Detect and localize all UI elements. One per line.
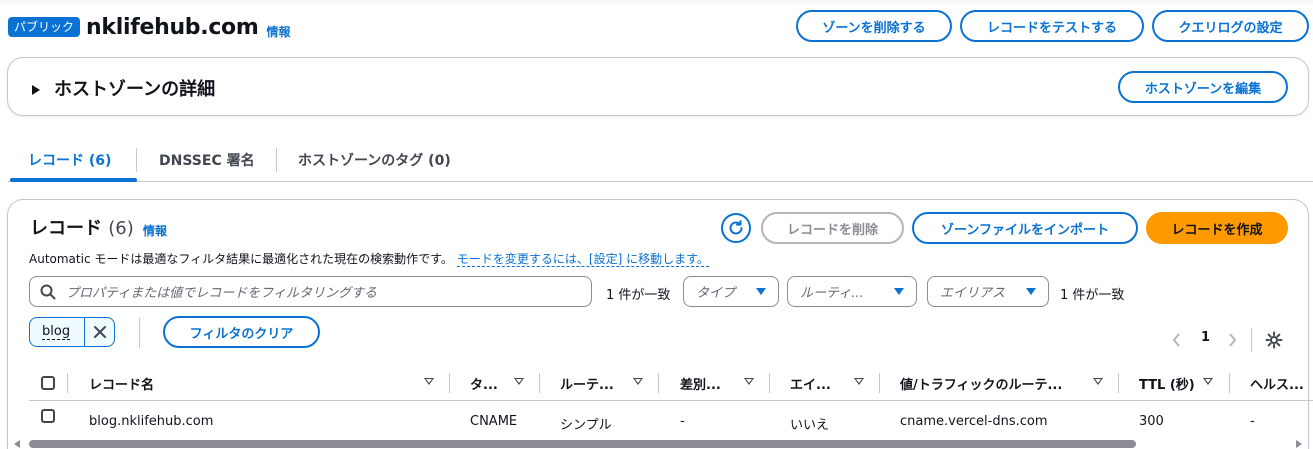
search-placeholder: プロパティまたは値でレコードをフィルタリングする — [66, 286, 377, 301]
caret-down-icon — [1026, 288, 1036, 295]
page-header: パブリック nklifehub.com 情報 — [8, 13, 291, 41]
close-icon — [93, 326, 106, 338]
cell-ttl: 300 — [1139, 414, 1164, 429]
column-divider — [769, 373, 770, 393]
create-record-button[interactable]: レコードを作成 — [1146, 212, 1288, 244]
column-header-record-name[interactable]: レコード名 — [89, 374, 154, 393]
select-all-checkbox[interactable] — [41, 376, 55, 390]
chevron-right-icon[interactable] — [1226, 332, 1238, 348]
column-header-type[interactable]: タ... — [470, 374, 498, 393]
scroll-left-arrow[interactable] — [14, 440, 20, 448]
cell-record-name: blog.nklifehub.com — [89, 414, 214, 429]
sort-icon[interactable] — [1203, 378, 1213, 385]
scroll-right-arrow[interactable] — [1296, 440, 1302, 448]
active-tab-indicator — [10, 178, 137, 182]
details-toggle[interactable]: ホストゾーンの詳細 — [32, 75, 215, 101]
caret-right-icon — [32, 85, 40, 95]
automatic-mode-text: Automatic モードは最適なフィルタ結果に最適化された現在の検索動作です。… — [29, 250, 709, 267]
cell-routing: シンプル — [560, 418, 612, 433]
tab-bar: レコード (6) DNSSEC 署名 ホストゾーンのタグ (0) — [8, 140, 1313, 182]
filter-token-label[interactable]: blog — [42, 324, 71, 340]
cell-value: cname.vercel-dns.com — [900, 414, 1048, 429]
test-record-button[interactable]: レコードをテストする — [960, 10, 1144, 42]
alias-filter-select[interactable]: エイリアス — [927, 276, 1049, 307]
edit-hosted-zone-button[interactable]: ホストゾーンを編集 — [1118, 71, 1288, 103]
cell-differentiator: - — [680, 414, 685, 429]
gear-icon[interactable] — [1265, 331, 1283, 349]
records-count: (6) — [108, 218, 134, 239]
column-divider — [449, 373, 450, 393]
hosted-zone-details-panel: ホストゾーンの詳細 ホストゾーンを編集 — [7, 57, 1309, 116]
sort-icon[interactable] — [744, 378, 754, 385]
tab-divider — [276, 148, 277, 172]
tab-tags[interactable]: ホストゾーンのタグ (0) — [298, 140, 451, 180]
column-header-ttl[interactable]: TTL (秒) — [1139, 374, 1195, 393]
tab-dnssec[interactable]: DNSSEC 署名 — [159, 140, 255, 180]
chevron-left-icon[interactable] — [1171, 332, 1183, 348]
refresh-icon — [729, 220, 743, 235]
column-divider — [879, 373, 880, 393]
import-zone-file-button[interactable]: ゾーンファイルをインポート — [912, 212, 1138, 244]
token-divider — [139, 318, 140, 348]
cell-health: - — [1250, 414, 1255, 429]
table-header: レコード名 タ... ルーテ... 差別... エイ... 値/トラフィックのル… — [29, 366, 1313, 401]
sort-icon[interactable] — [633, 378, 643, 385]
remove-token-button[interactable] — [84, 318, 114, 346]
records-info-link[interactable]: 情報 — [143, 222, 167, 239]
column-divider — [658, 373, 659, 393]
sort-icon[interactable] — [854, 378, 864, 385]
sort-icon[interactable] — [514, 378, 524, 385]
records-title-text: レコード — [30, 218, 102, 239]
clear-filters-button[interactable]: フィルタのクリア — [163, 316, 320, 348]
type-filter-select[interactable]: タイプ — [683, 276, 779, 307]
column-header-value[interactable]: 値/トラフィックのルーテ... — [900, 374, 1062, 393]
top-shadow — [0, 0, 1313, 6]
horizontal-scrollbar[interactable] — [29, 440, 1136, 448]
settings-link[interactable]: モードを変更するには、[設定] に移動します。 — [456, 252, 709, 267]
column-header-routing[interactable]: ルーテ... — [560, 374, 614, 393]
row-checkbox[interactable] — [41, 409, 55, 423]
filter-token: blog — [29, 317, 115, 347]
delete-record-button[interactable]: レコードを削除 — [761, 212, 904, 244]
caret-down-icon — [894, 288, 904, 295]
page-title: nklifehub.com — [86, 14, 259, 40]
routing-filter-select[interactable]: ルーティ... — [787, 276, 917, 307]
details-title: ホストゾーンの詳細 — [54, 79, 216, 100]
header-info-link[interactable]: 情報 — [267, 23, 291, 40]
column-header-alias[interactable]: エイ... — [790, 374, 831, 393]
column-header-differentiator[interactable]: 差別... — [680, 374, 721, 393]
tab-divider — [136, 148, 137, 172]
query-log-button[interactable]: クエリログの設定 — [1152, 10, 1309, 42]
automatic-mode-description: Automatic モードは最適なフィルタ結果に最適化された現在の検索動作です。 — [29, 252, 453, 266]
search-input[interactable]: プロパティまたは値でレコードをフィルタリングする — [29, 276, 592, 307]
column-header-health[interactable]: ヘルス... — [1250, 374, 1304, 393]
delete-zone-button[interactable]: ゾーンを削除する — [796, 10, 952, 42]
refresh-button[interactable] — [721, 213, 751, 243]
sort-icon[interactable] — [424, 378, 434, 385]
sort-icon[interactable] — [1093, 378, 1103, 385]
alias-filter-label: エイリアス — [940, 286, 1006, 301]
type-filter-label: タイプ — [696, 286, 736, 301]
column-divider — [1229, 373, 1230, 393]
match-count-right: 1 件が一致 — [1060, 288, 1125, 303]
cell-alias: いいえ — [790, 418, 830, 433]
column-divider — [67, 373, 68, 393]
public-badge: パブリック — [8, 17, 81, 37]
column-divider — [539, 373, 540, 393]
cell-type: CNAME — [470, 414, 518, 429]
pager-divider — [1251, 328, 1252, 352]
records-title: レコード (6) — [30, 214, 134, 240]
caret-down-icon — [756, 288, 766, 295]
tab-records[interactable]: レコード (6) — [28, 140, 111, 180]
match-count: 1 件が一致 — [606, 288, 671, 303]
current-page[interactable]: 1 — [1201, 330, 1210, 345]
search-icon — [40, 284, 56, 299]
column-divider — [1118, 373, 1119, 393]
routing-filter-label: ルーティ... — [800, 286, 864, 301]
